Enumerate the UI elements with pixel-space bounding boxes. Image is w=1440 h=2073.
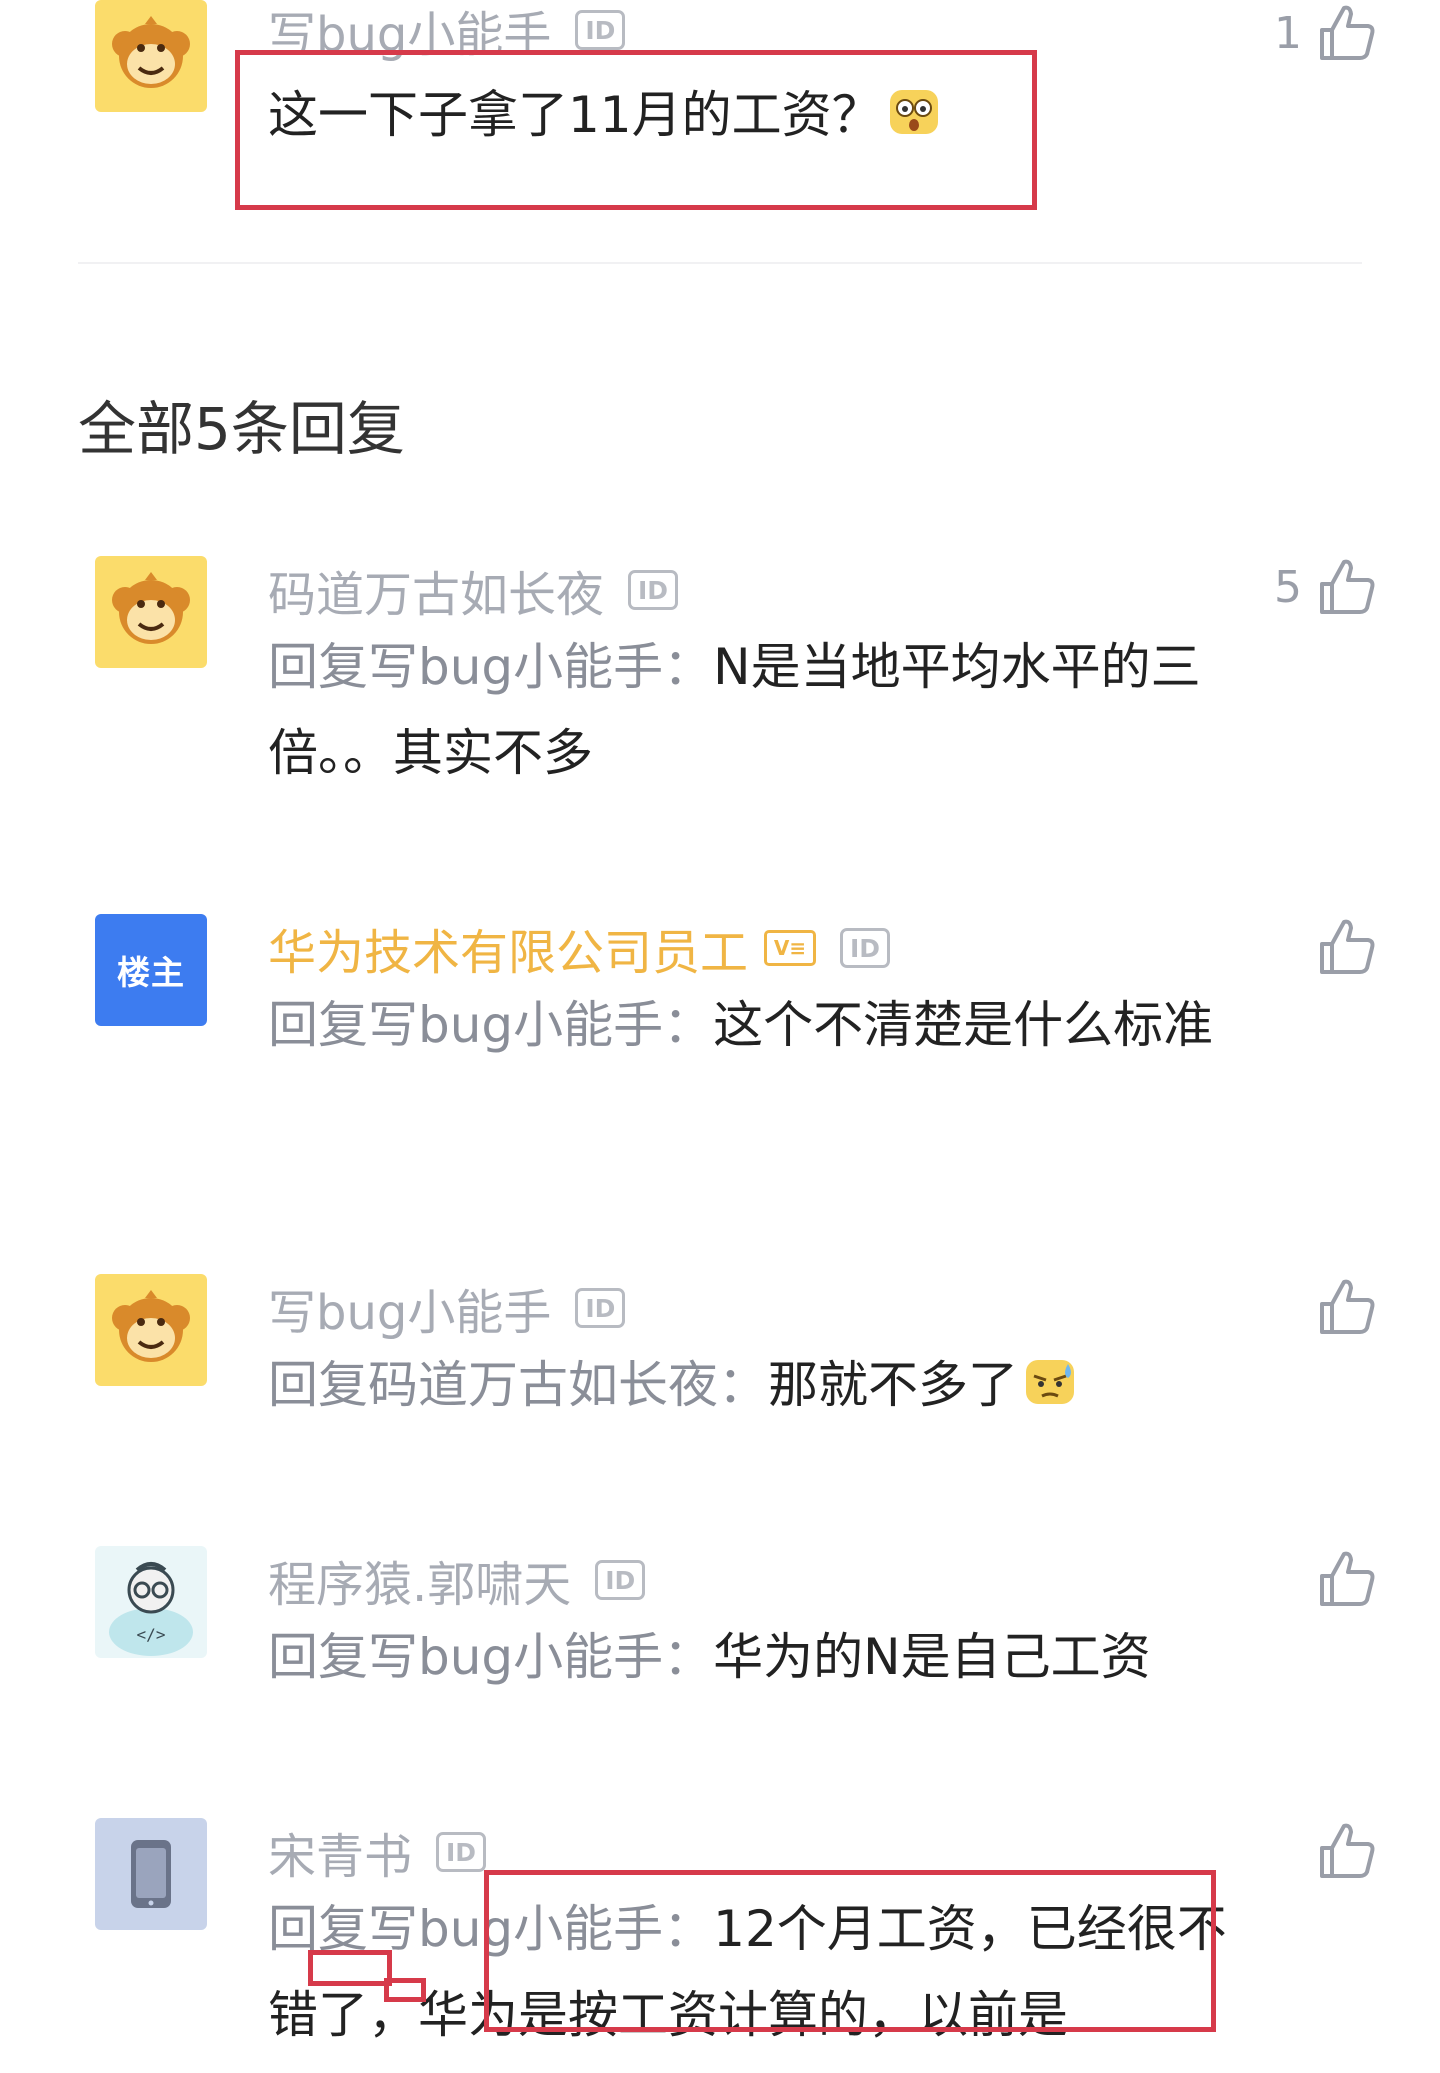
verified-badge: V≡	[764, 930, 817, 966]
username[interactable]: 码道万古如长夜	[268, 555, 604, 625]
like-button[interactable]: 1	[1274, 2, 1378, 64]
like-button[interactable]	[1316, 1820, 1378, 1882]
reply-prefix: 回复写bug小能手：	[268, 1900, 714, 1958]
reply-body: 这个不清楚是什么标准	[713, 996, 1214, 1054]
svg-text:</>: </>	[137, 1625, 166, 1644]
host-avatar[interactable]: 楼主	[95, 914, 207, 1026]
like-count: 5	[1274, 561, 1302, 613]
reply-prefix: 回复写bug小能手：	[268, 638, 714, 696]
reply-header: 宋青书 ID	[268, 1822, 487, 1885]
id-badge: ID	[575, 10, 626, 50]
comment-header: 写bug小能手 ID	[268, 0, 626, 63]
reply-body: 那就不多了	[768, 1356, 1018, 1414]
thumbs-up-icon	[1320, 559, 1375, 614]
id-badge: ID	[628, 570, 679, 610]
comment-thread-page: 写bug小能手 ID 这一下子拿了11月的工资？ 1 全部5条回复 码道万古如长…	[0, 0, 1440, 2073]
reply-header: 华为技术有限公司员工 V≡ ID	[268, 918, 891, 981]
like-button[interactable]	[1316, 1276, 1378, 1338]
monkey-avatar[interactable]	[95, 1274, 207, 1386]
thumbs-up-icon	[1320, 1823, 1375, 1878]
reply-body: 华为的N是自己工资	[713, 1628, 1151, 1686]
reply-header: 码道万古如长夜 ID	[268, 560, 679, 623]
coder-avatar[interactable]: </>	[95, 1546, 207, 1658]
like-count: 1	[1274, 7, 1302, 59]
like-button[interactable]	[1316, 916, 1378, 978]
reply-header: 写bug小能手 ID	[268, 1278, 626, 1341]
reply-prefix: 回复写bug小能手：	[268, 1628, 714, 1686]
reply-text[interactable]: 回复写bug小能手：12个月工资，已经很不错了，华为是按工资计算的，以前是	[268, 1886, 1228, 2058]
id-badge: ID	[595, 1560, 646, 1600]
reply-prefix: 回复写bug小能手：	[268, 996, 714, 1054]
reply-text[interactable]: 回复写bug小能手：华为的N是自己工资	[268, 1614, 1228, 1700]
username[interactable]: 写bug小能手	[268, 0, 551, 65]
divider	[78, 262, 1362, 264]
username[interactable]: 写bug小能手	[268, 1273, 551, 1343]
thumbs-up-icon	[1320, 919, 1375, 974]
comment-body: 这一下子拿了11月的工资？	[268, 86, 882, 144]
username[interactable]: 华为技术有限公司员工	[268, 913, 748, 983]
monkey-avatar[interactable]	[95, 556, 207, 668]
username[interactable]: 程序猿.郭啸天	[268, 1545, 571, 1615]
reply-text[interactable]: 回复码道万古如长夜：那就不多了	[268, 1342, 1228, 1428]
id-badge: ID	[840, 928, 891, 968]
monkey-avatar[interactable]	[95, 0, 207, 112]
sweat-face-emoji-icon	[1024, 1356, 1076, 1408]
phone-avatar[interactable]	[95, 1818, 207, 1930]
shocked-face-emoji-icon	[888, 86, 940, 138]
reply-text[interactable]: 回复写bug小能手：N是当地平均水平的三倍。。其实不多	[268, 624, 1228, 796]
reply-header: 程序猿.郭啸天 ID	[268, 1550, 646, 1613]
reply-text[interactable]: 回复写bug小能手：这个不清楚是什么标准	[268, 982, 1228, 1068]
id-badge: ID	[575, 1288, 626, 1328]
id-badge: ID	[436, 1832, 487, 1872]
like-button[interactable]	[1316, 1548, 1378, 1610]
replies-header: 全部5条回复	[78, 395, 405, 463]
thumbs-up-icon	[1320, 1551, 1375, 1606]
thumbs-up-icon	[1320, 5, 1375, 60]
username[interactable]: 宋青书	[268, 1817, 412, 1887]
reply-prefix: 回复码道万古如长夜：	[268, 1356, 768, 1414]
comment-text[interactable]: 这一下子拿了11月的工资？	[268, 72, 1228, 158]
like-button[interactable]: 5	[1274, 556, 1378, 618]
thumbs-up-icon	[1320, 1279, 1375, 1334]
